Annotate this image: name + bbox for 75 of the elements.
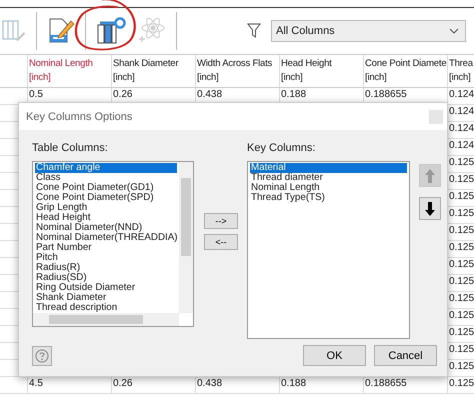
table-cell: 0.438 xyxy=(197,378,222,389)
column-header[interactable]: Threa [inch] xyxy=(447,55,474,87)
document-edit-icon[interactable] xyxy=(47,17,75,45)
list-item[interactable]: Nominal Diameter(NND) xyxy=(35,223,177,233)
list-item[interactable]: Cone Point Diameter(SPD) xyxy=(35,193,177,203)
column-header[interactable]: Cone Point Diamete [inch] xyxy=(363,55,447,87)
list-item[interactable]: Cone Point Diameter(GD1) xyxy=(35,183,177,193)
table-cell: 0.125 xyxy=(449,259,474,270)
column-header[interactable]: Width Across Flats [inch] xyxy=(195,55,279,87)
dialog-button[interactable]: OK xyxy=(303,345,366,366)
column-filter-dropdown[interactable]: All Columns xyxy=(271,20,466,42)
table-cell: 0.125 xyxy=(449,225,474,236)
list-item[interactable]: Head Height xyxy=(35,213,177,223)
table-cell: 0.124 xyxy=(449,89,474,100)
list-item[interactable]: Pitch xyxy=(35,253,177,263)
table-cell: 0.26 xyxy=(113,378,132,389)
key-columns-icon[interactable] xyxy=(96,17,126,45)
table-cell: 0.124 xyxy=(449,123,474,134)
table-cell: 0.125 xyxy=(449,208,474,219)
table-cell: 0.188 xyxy=(281,378,306,389)
table-cell: 0.125 xyxy=(449,310,474,321)
table-cell: 0.125 xyxy=(449,293,474,304)
key-columns-list[interactable]: Material Thread diameter Nominal Length Thread Type(TS) xyxy=(247,161,410,339)
list-item[interactable]: Class xyxy=(35,173,177,183)
table-cell: 0.188655 xyxy=(365,378,407,389)
list-item[interactable]: Nominal Diameter(THREADDIA) xyxy=(35,233,177,243)
list-item[interactable]: Material xyxy=(250,163,407,173)
list-item[interactable]: Part Number xyxy=(35,243,177,253)
move-down-button[interactable] xyxy=(419,197,441,220)
table-cell: 0.26 xyxy=(113,89,132,100)
table-cell: 0.125 xyxy=(449,361,474,372)
key-columns-label: Key Columns: xyxy=(247,142,316,154)
list-item[interactable]: Shank Diameter xyxy=(35,293,177,303)
table-cell: 0.124 xyxy=(449,140,474,151)
table-cell: 0.125 xyxy=(449,327,474,338)
dialog-title: Key Columns Options xyxy=(26,110,132,122)
column-header[interactable]: Head Height [inch] xyxy=(279,55,363,87)
table-cell: 0.125 xyxy=(449,276,474,287)
arrow-down-icon xyxy=(424,200,436,216)
list-item[interactable]: Thread diameter xyxy=(250,173,407,183)
table-cell: 0.124 xyxy=(449,106,474,117)
list-item[interactable]: Thread Type(TS) xyxy=(250,193,407,203)
arrow-up-icon xyxy=(424,168,436,184)
table-columns-label: Table Columns: xyxy=(32,142,109,154)
horizontal-scrollbar[interactable] xyxy=(33,313,179,326)
table-cell: 0.188655 xyxy=(365,89,407,100)
list-item[interactable]: Chamfer angle xyxy=(35,163,177,173)
table-cell: 0.188 xyxy=(281,89,306,100)
column-header[interactable]: Nominal Length [inch] xyxy=(27,55,111,87)
chevron-down-icon xyxy=(449,28,459,34)
table-cell: 0.125 xyxy=(449,378,474,389)
column-header[interactable]: Shank Diameter [inch] xyxy=(111,55,195,87)
table-cell: 0.125 xyxy=(449,157,474,168)
list-item[interactable]: Nominal Length xyxy=(250,183,407,193)
list-item[interactable]: Grip Length xyxy=(35,203,177,213)
dialog-button[interactable]: Cancel xyxy=(374,345,437,366)
move-button[interactable]: --> xyxy=(204,213,238,229)
help-button[interactable] xyxy=(32,346,52,366)
table-cell: 0.5 xyxy=(29,89,43,100)
help-icon xyxy=(35,348,49,362)
table-columns-list[interactable] xyxy=(32,161,194,327)
table-cell: 0.438 xyxy=(197,89,222,100)
table-cell: 4.5 xyxy=(29,378,43,389)
filter-icon xyxy=(247,23,261,39)
list-item[interactable]: Thread description xyxy=(35,303,177,313)
table-cell: 0.125 xyxy=(449,344,474,355)
vertical-scrollbar[interactable] xyxy=(179,162,193,313)
table-cell: 0.125 xyxy=(449,174,474,185)
list-item[interactable]: Radius(SD) xyxy=(35,273,177,283)
table-cell: 0.125 xyxy=(449,191,474,202)
table-cell: 0.125 xyxy=(449,242,474,253)
close-button[interactable] xyxy=(429,110,443,124)
move-button[interactable]: <-- xyxy=(204,234,238,250)
list-item[interactable]: Radius(R) xyxy=(35,263,177,273)
list-item[interactable]: Ring Outside Diameter xyxy=(35,283,177,293)
